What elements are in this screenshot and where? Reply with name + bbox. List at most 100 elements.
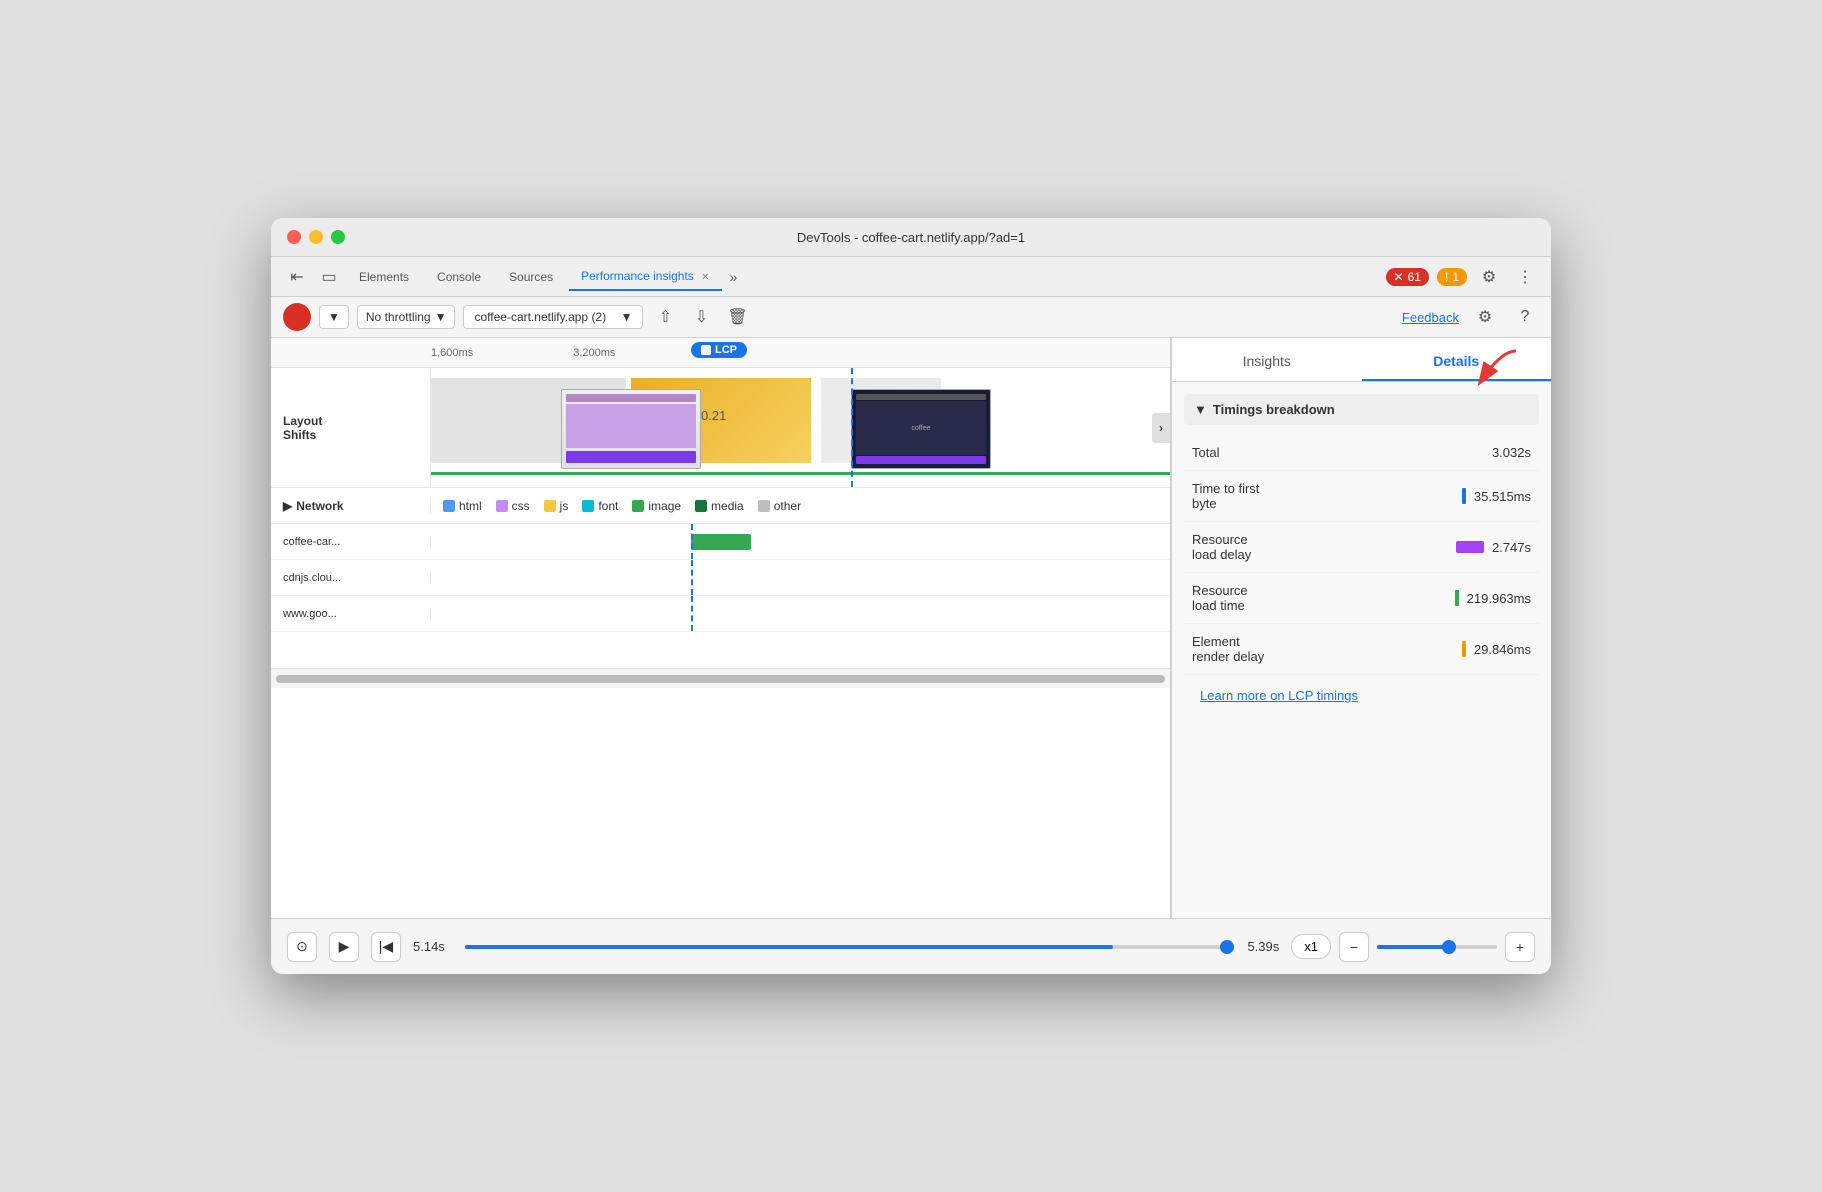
legend-js-dot: [544, 500, 556, 512]
tab-performance-insights[interactable]: Performance insights ✕: [569, 263, 721, 291]
device-toggle-icon[interactable]: ▭: [315, 263, 343, 291]
network-section: ▶ Network html css: [271, 488, 1170, 688]
maximize-button[interactable]: [331, 230, 345, 244]
flame-area: 0.21: [431, 368, 1170, 487]
scrubber-fill: [465, 945, 1113, 949]
toolbar-help-icon[interactable]: ?: [1511, 303, 1539, 331]
close-button[interactable]: [287, 230, 301, 244]
layout-shifts-content: 0.21: [431, 368, 1170, 487]
timing-row-rld: Resourceload delay 2.747s: [1184, 522, 1539, 573]
zoom-out-icon[interactable]: −: [1339, 932, 1369, 962]
network-label[interactable]: ▶ Network: [271, 499, 431, 513]
screenshot-inner-2: coffee: [852, 390, 990, 468]
timing-label-rld: Resourceload delay: [1192, 532, 1456, 562]
timing-row-erd: Elementrender delay 29.846ms: [1184, 624, 1539, 675]
more-options-icon[interactable]: ⋮: [1511, 263, 1539, 291]
learn-more-container: Learn more on LCP timings: [1184, 675, 1539, 717]
main-content: 1,600ms 3,200ms 4,8 LCP LayoutShifts: [271, 338, 1551, 918]
timing-value-total: 3.032s: [1492, 445, 1531, 460]
zoom-track[interactable]: [1377, 945, 1497, 949]
legend-html-dot: [443, 500, 455, 512]
screenshot-button[interactable]: ⊙: [287, 932, 317, 962]
scrubber-thumb[interactable]: [1220, 940, 1234, 954]
time-marker-1: 1,600ms: [431, 347, 473, 359]
erd-bar: [1462, 641, 1466, 657]
timing-row-total: Total 3.032s: [1184, 435, 1539, 471]
lcp-marker: LCP: [691, 338, 747, 367]
error-icon: ✕: [1394, 270, 1404, 284]
time-start-label: 5.14s: [413, 939, 445, 954]
toolbar: ▼ No throttling ▼ coffee-cart.netlify.ap…: [271, 297, 1551, 338]
ttfb-bar: [1462, 488, 1466, 504]
screenshot-thumb-1: [561, 389, 701, 469]
upload-icon[interactable]: ⇧: [651, 303, 679, 331]
expand-button[interactable]: ›: [1152, 413, 1170, 443]
network-row-1[interactable]: coffee-car...: [271, 524, 1170, 560]
tab-overflow-icon[interactable]: »: [730, 269, 738, 285]
legend-html: html: [443, 499, 482, 513]
minimize-button[interactable]: [309, 230, 323, 244]
traffic-lights: [287, 230, 345, 244]
scrollbar-thumb[interactable]: [276, 675, 1165, 683]
network-vline-3: [691, 596, 693, 631]
insights-content: ▼ Timings breakdown Total 3.032s Time to…: [1172, 382, 1551, 918]
insights-tabs-wrapper: Insights Details: [1172, 338, 1551, 382]
scrubber-track[interactable]: [465, 945, 1228, 949]
rlt-bar: [1455, 590, 1459, 606]
timing-bar-erd: 29.846ms: [1462, 641, 1531, 657]
timing-label-rlt: Resourceload time: [1192, 583, 1455, 613]
record-dropdown-icon[interactable]: ▼: [319, 305, 349, 329]
tab-console[interactable]: Console: [425, 264, 493, 290]
lcp-badge: LCP: [691, 342, 747, 358]
feedback-link[interactable]: Feedback: [1402, 310, 1459, 325]
section-expand-icon: ▼: [1194, 402, 1207, 417]
timing-bar-ttfb: 35.515ms: [1462, 488, 1531, 504]
layout-shifts-label: LayoutShifts: [271, 368, 431, 487]
network-header-row: ▶ Network html css: [271, 488, 1170, 524]
legend-other-dot: [758, 500, 770, 512]
toolbar-settings-icon[interactable]: ⚙: [1471, 303, 1499, 331]
play-button[interactable]: ▶: [329, 932, 359, 962]
skip-back-button[interactable]: |◀: [371, 932, 401, 962]
legend-js: js: [544, 499, 569, 513]
insights-tabs: Insights Details: [1172, 338, 1551, 382]
legend-font-dot: [582, 500, 594, 512]
cursor-icon[interactable]: ⇤: [283, 263, 311, 291]
network-row-label-2: cdnjs.clou...: [271, 572, 431, 584]
timings-section-header[interactable]: ▼ Timings breakdown: [1184, 394, 1539, 425]
network-vline-2: [691, 560, 693, 595]
download-icon[interactable]: ⇩: [687, 303, 715, 331]
timing-bar-rld: 2.747s: [1456, 540, 1531, 555]
legend-media: media: [695, 499, 744, 513]
network-row-content-1: [431, 524, 1170, 559]
rld-bar: [1456, 541, 1484, 553]
timing-value-ttfb: 35.515ms: [1474, 489, 1531, 504]
devtools-window: DevTools - coffee-cart.netlify.app/?ad=1…: [271, 218, 1551, 974]
zoom-thumb[interactable]: [1442, 940, 1456, 954]
tab-details[interactable]: Details: [1362, 343, 1552, 381]
network-rows: coffee-car... cdnjs.clou... www.goo: [271, 524, 1170, 668]
network-row-2[interactable]: cdnjs.clou...: [271, 560, 1170, 596]
timing-label-erd: Elementrender delay: [1192, 634, 1462, 664]
warning-badge[interactable]: ! 1: [1437, 268, 1467, 286]
zoom-in-icon[interactable]: +: [1505, 932, 1535, 962]
url-dropdown-arrow-icon: ▼: [621, 310, 633, 324]
time-ruler: 1,600ms 3,200ms 4,8 LCP: [271, 338, 1170, 368]
tab-close-icon[interactable]: ✕: [701, 272, 709, 283]
screenshots-container: coffee: [561, 389, 991, 469]
learn-more-link[interactable]: Learn more on LCP timings: [1192, 676, 1366, 715]
tab-sources[interactable]: Sources: [497, 264, 565, 290]
legend-font: font: [582, 499, 618, 513]
record-button[interactable]: [283, 303, 311, 331]
tab-elements[interactable]: Elements: [347, 264, 421, 290]
network-row-3[interactable]: www.goo...: [271, 596, 1170, 632]
delete-icon[interactable]: 🗑: [723, 303, 751, 331]
scrollbar-row[interactable]: [271, 668, 1170, 688]
error-badge[interactable]: ✕ 61: [1386, 268, 1429, 286]
insights-panel: Insights Details: [1171, 338, 1551, 918]
tab-insights[interactable]: Insights: [1172, 343, 1362, 381]
url-dropdown[interactable]: coffee-cart.netlify.app (2) ▼: [463, 305, 643, 329]
settings-icon[interactable]: ⚙: [1475, 263, 1503, 291]
throttling-dropdown[interactable]: No throttling ▼: [357, 305, 456, 329]
network-bar-1: [691, 534, 751, 550]
